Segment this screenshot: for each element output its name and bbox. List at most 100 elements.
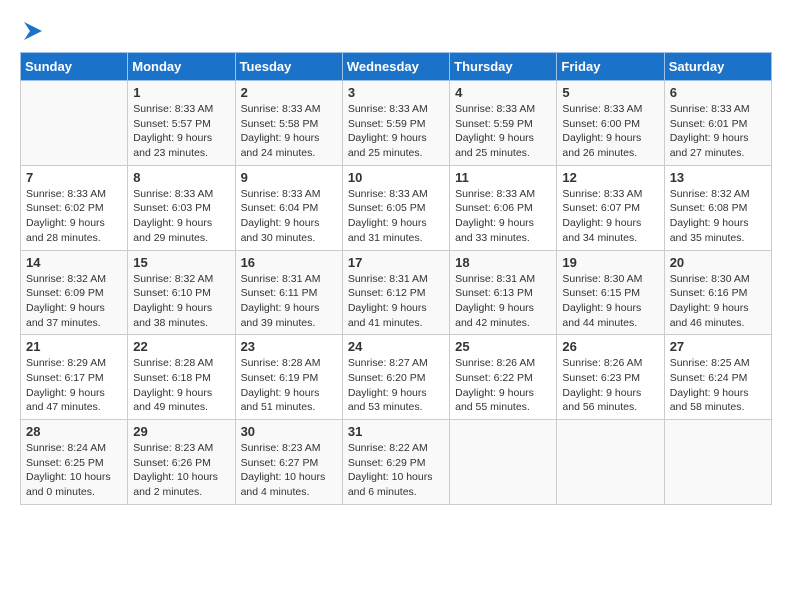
day-number: 12 (562, 170, 658, 185)
calendar-cell: 25 Sunrise: 8:26 AMSunset: 6:22 PMDayligh… (450, 335, 557, 420)
cell-content: Sunrise: 8:33 AMSunset: 5:57 PMDaylight:… (133, 102, 229, 161)
cell-content: Sunrise: 8:30 AMSunset: 6:15 PMDaylight:… (562, 272, 658, 331)
header-sunday: Sunday (21, 53, 128, 81)
cell-content: Sunrise: 8:33 AMSunset: 5:58 PMDaylight:… (241, 102, 337, 161)
calendar-cell: 26 Sunrise: 8:26 AMSunset: 6:23 PMDayligh… (557, 335, 664, 420)
cell-content: Sunrise: 8:33 AMSunset: 6:01 PMDaylight:… (670, 102, 766, 161)
cell-content: Sunrise: 8:22 AMSunset: 6:29 PMDaylight:… (348, 441, 444, 500)
day-number: 1 (133, 85, 229, 100)
week-row-4: 21 Sunrise: 8:29 AMSunset: 6:17 PMDayligh… (21, 335, 772, 420)
day-number: 23 (241, 339, 337, 354)
day-number: 28 (26, 424, 122, 439)
calendar-cell: 20 Sunrise: 8:30 AMSunset: 6:16 PMDayligh… (664, 250, 771, 335)
week-row-1: 1 Sunrise: 8:33 AMSunset: 5:57 PMDaylight… (21, 81, 772, 166)
header-friday: Friday (557, 53, 664, 81)
header-saturday: Saturday (664, 53, 771, 81)
week-row-5: 28 Sunrise: 8:24 AMSunset: 6:25 PMDayligh… (21, 420, 772, 505)
day-number: 24 (348, 339, 444, 354)
day-number: 6 (670, 85, 766, 100)
day-number: 19 (562, 255, 658, 270)
cell-content: Sunrise: 8:32 AMSunset: 6:09 PMDaylight:… (26, 272, 122, 331)
cell-content: Sunrise: 8:29 AMSunset: 6:17 PMDaylight:… (26, 356, 122, 415)
calendar-cell: 27 Sunrise: 8:25 AMSunset: 6:24 PMDayligh… (664, 335, 771, 420)
calendar-cell: 18 Sunrise: 8:31 AMSunset: 6:13 PMDayligh… (450, 250, 557, 335)
calendar-cell: 19 Sunrise: 8:30 AMSunset: 6:15 PMDayligh… (557, 250, 664, 335)
logo-icon (22, 20, 44, 42)
day-number: 11 (455, 170, 551, 185)
calendar-table: SundayMondayTuesdayWednesdayThursdayFrid… (20, 52, 772, 505)
day-number: 13 (670, 170, 766, 185)
calendar-cell: 12 Sunrise: 8:33 AMSunset: 6:07 PMDayligh… (557, 165, 664, 250)
day-number: 30 (241, 424, 337, 439)
calendar-cell: 15Sunrise: 8:32 AMSunset: 6:10 PMDayligh… (128, 250, 235, 335)
calendar-cell: 28 Sunrise: 8:24 AMSunset: 6:25 PMDayligh… (21, 420, 128, 505)
cell-content: Sunrise: 8:31 AMSunset: 6:13 PMDaylight:… (455, 272, 551, 331)
day-number: 14 (26, 255, 122, 270)
cell-content: Sunrise: 8:24 AMSunset: 6:25 PMDaylight:… (26, 441, 122, 500)
day-number: 10 (348, 170, 444, 185)
cell-content: Sunrise: 8:32 AMSunset: 6:08 PMDaylight:… (670, 187, 766, 246)
cell-content: Sunrise: 8:30 AMSunset: 6:16 PMDaylight:… (670, 272, 766, 331)
day-number: 17 (348, 255, 444, 270)
calendar-cell: 23 Sunrise: 8:28 AMSunset: 6:19 PMDayligh… (235, 335, 342, 420)
cell-content: Sunrise: 8:23 AMSunset: 6:27 PMDaylight:… (241, 441, 337, 500)
day-number: 27 (670, 339, 766, 354)
calendar-cell: 21 Sunrise: 8:29 AMSunset: 6:17 PMDayligh… (21, 335, 128, 420)
cell-content: Sunrise: 8:32 AMSunset: 6:10 PMDaylight:… (133, 272, 229, 331)
calendar-cell: 24Sunrise: 8:27 AMSunset: 6:20 PMDayligh… (342, 335, 449, 420)
header-thursday: Thursday (450, 53, 557, 81)
day-number: 9 (241, 170, 337, 185)
day-number: 20 (670, 255, 766, 270)
day-number: 25 (455, 339, 551, 354)
calendar-cell (557, 420, 664, 505)
calendar-cell: 9Sunrise: 8:33 AMSunset: 6:04 PMDaylight… (235, 165, 342, 250)
cell-content: Sunrise: 8:33 AMSunset: 6:05 PMDaylight:… (348, 187, 444, 246)
day-number: 31 (348, 424, 444, 439)
cell-content: Sunrise: 8:33 AMSunset: 5:59 PMDaylight:… (348, 102, 444, 161)
day-number: 18 (455, 255, 551, 270)
calendar-cell (21, 81, 128, 166)
header-row: SundayMondayTuesdayWednesdayThursdayFrid… (21, 53, 772, 81)
header-monday: Monday (128, 53, 235, 81)
calendar-cell: 5 Sunrise: 8:33 AMSunset: 6:00 PMDaylight… (557, 81, 664, 166)
calendar-cell (664, 420, 771, 505)
day-number: 4 (455, 85, 551, 100)
header-tuesday: Tuesday (235, 53, 342, 81)
day-number: 16 (241, 255, 337, 270)
calendar-cell: 14 Sunrise: 8:32 AMSunset: 6:09 PMDayligh… (21, 250, 128, 335)
logo (20, 20, 44, 42)
day-number: 3 (348, 85, 444, 100)
cell-content: Sunrise: 8:33 AMSunset: 6:06 PMDaylight:… (455, 187, 551, 246)
calendar-cell: 10 Sunrise: 8:33 AMSunset: 6:05 PMDayligh… (342, 165, 449, 250)
calendar-cell: 2 Sunrise: 8:33 AMSunset: 5:58 PMDaylight… (235, 81, 342, 166)
calendar-cell: 29Sunrise: 8:23 AMSunset: 6:26 PMDayligh… (128, 420, 235, 505)
cell-content: Sunrise: 8:25 AMSunset: 6:24 PMDaylight:… (670, 356, 766, 415)
calendar-cell: 13 Sunrise: 8:32 AMSunset: 6:08 PMDayligh… (664, 165, 771, 250)
week-row-2: 7 Sunrise: 8:33 AMSunset: 6:02 PMDaylight… (21, 165, 772, 250)
calendar-cell: 31 Sunrise: 8:22 AMSunset: 6:29 PMDayligh… (342, 420, 449, 505)
day-number: 26 (562, 339, 658, 354)
cell-content: Sunrise: 8:33 AMSunset: 6:00 PMDaylight:… (562, 102, 658, 161)
day-number: 21 (26, 339, 122, 354)
cell-content: Sunrise: 8:23 AMSunset: 6:26 PMDaylight:… (133, 441, 229, 500)
calendar-cell: 3 Sunrise: 8:33 AMSunset: 5:59 PMDaylight… (342, 81, 449, 166)
cell-content: Sunrise: 8:26 AMSunset: 6:23 PMDaylight:… (562, 356, 658, 415)
day-number: 8 (133, 170, 229, 185)
day-number: 2 (241, 85, 337, 100)
cell-content: Sunrise: 8:31 AMSunset: 6:12 PMDaylight:… (348, 272, 444, 331)
calendar-cell: 11 Sunrise: 8:33 AMSunset: 6:06 PMDayligh… (450, 165, 557, 250)
calendar-cell: 8 Sunrise: 8:33 AMSunset: 6:03 PMDaylight… (128, 165, 235, 250)
calendar-cell: 4 Sunrise: 8:33 AMSunset: 5:59 PMDaylight… (450, 81, 557, 166)
cell-content: Sunrise: 8:33 AMSunset: 6:02 PMDaylight:… (26, 187, 122, 246)
cell-content: Sunrise: 8:28 AMSunset: 6:19 PMDaylight:… (241, 356, 337, 415)
calendar-cell: 16Sunrise: 8:31 AMSunset: 6:11 PMDayligh… (235, 250, 342, 335)
cell-content: Sunrise: 8:33 AMSunset: 6:03 PMDaylight:… (133, 187, 229, 246)
cell-content: Sunrise: 8:28 AMSunset: 6:18 PMDaylight:… (133, 356, 229, 415)
day-number: 5 (562, 85, 658, 100)
day-number: 7 (26, 170, 122, 185)
cell-content: Sunrise: 8:26 AMSunset: 6:22 PMDaylight:… (455, 356, 551, 415)
cell-content: Sunrise: 8:33 AMSunset: 5:59 PMDaylight:… (455, 102, 551, 161)
day-number: 22 (133, 339, 229, 354)
calendar-cell: 30 Sunrise: 8:23 AMSunset: 6:27 PMDayligh… (235, 420, 342, 505)
cell-content: Sunrise: 8:33 AMSunset: 6:07 PMDaylight:… (562, 187, 658, 246)
